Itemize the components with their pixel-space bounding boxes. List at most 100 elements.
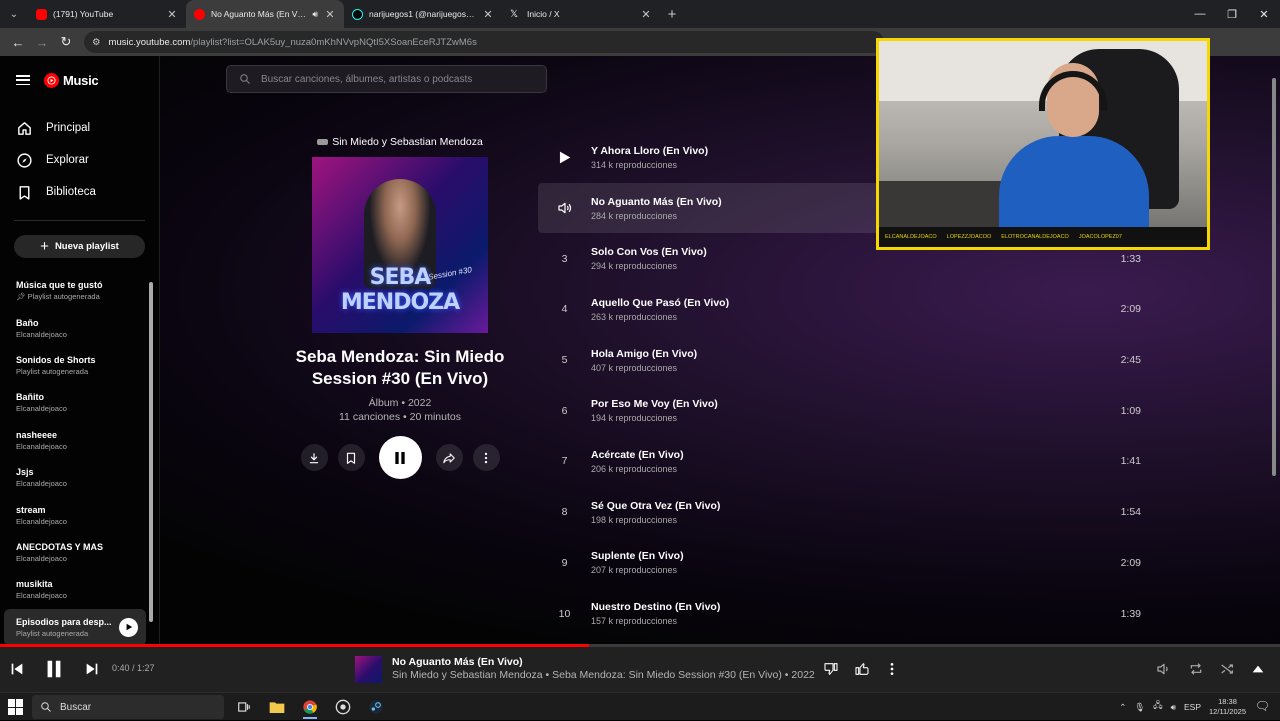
playlist-item-hovered[interactable]: Episodios para desp... Playlist autogener… <box>4 608 146 646</box>
network-icon[interactable]: 🖧︎ <box>1153 700 1162 714</box>
playlist-name: ANECDOTAS Y MAS <box>16 541 104 552</box>
track-row[interactable]: 10 Nuestro Destino (En Vivo) 157 k reprod… <box>538 588 1148 639</box>
playlist-item[interactable]: Música que te gustó 📌︎ Playlist autogener… <box>0 272 150 309</box>
tray-overflow-icon[interactable]: ⌃ <box>1119 702 1126 713</box>
tab-x[interactable]: 𝕏 Inicio / X ✕ <box>502 0 660 28</box>
expand-player-button[interactable] <box>1248 659 1268 679</box>
playlist-item[interactable]: Bañito Elcanaldejoaco <box>0 384 150 421</box>
ytmusic-logo[interactable]: Music <box>44 72 99 88</box>
tab-title: Inicio / X <box>527 9 560 19</box>
close-tab-icon[interactable]: ✕ <box>166 8 178 21</box>
ticker-handle: LOPEZZJOACOO <box>946 234 992 240</box>
more-options-button[interactable] <box>472 444 500 471</box>
playlist-item[interactable]: stream Elcanaldejoaco <box>0 496 150 533</box>
tab-search-button[interactable]: ⌄ <box>0 0 28 28</box>
forward-icon[interactable]: → <box>30 30 54 54</box>
audio-playing-icon[interactable]: 🔊︎ <box>312 9 318 20</box>
sidebar-scrollbar-thumb[interactable] <box>149 282 153 622</box>
minimize-icon[interactable]: — <box>1184 0 1216 28</box>
playlist-item[interactable]: nasheeee Elcanaldejoaco <box>0 422 150 459</box>
webcam-person-shirt <box>999 136 1149 236</box>
download-button[interactable] <box>300 444 328 471</box>
language-indicator[interactable]: ESP <box>1184 702 1201 712</box>
volume-button[interactable] <box>1154 659 1174 679</box>
close-tab-icon[interactable]: ✕ <box>324 8 336 21</box>
speaker-icon[interactable]: 🔊︎ <box>1171 702 1176 713</box>
playlist-play-button[interactable] <box>119 617 138 637</box>
playlist-item[interactable]: Jsjs Elcanaldejoaco <box>0 459 150 496</box>
site-info-icon[interactable]: ⚙ <box>92 37 101 48</box>
track-play-button[interactable] <box>538 151 591 164</box>
repeat-button[interactable] <box>1186 659 1206 679</box>
main-scrollbar[interactable] <box>1270 66 1278 642</box>
track-number: 3 <box>561 252 568 265</box>
track-title[interactable]: Aquello Que Pasó (En Vivo) <box>591 297 1101 309</box>
restore-icon[interactable]: ❐ <box>1216 0 1248 28</box>
track-row[interactable]: 7 Acércate (En Vivo) 206 k reproducciones… <box>538 436 1148 487</box>
album-artists[interactable]: Sin Miedo y Sebastian Mendoza <box>280 136 520 148</box>
track-title[interactable]: Suplente (En Vivo) <box>591 550 1101 562</box>
now-playing-thumbnail[interactable] <box>355 656 382 683</box>
nav-explorar[interactable]: Explorar <box>0 144 159 176</box>
close-tab-icon[interactable]: ✕ <box>640 8 652 21</box>
menu-icon[interactable] <box>16 75 30 85</box>
tab-youtube[interactable]: (1791) YouTube ✕ <box>28 0 186 28</box>
pause-button[interactable] <box>378 436 422 479</box>
back-icon[interactable]: ← <box>6 30 30 54</box>
nav-biblioteca[interactable]: Biblioteca <box>0 176 159 208</box>
taskbar-clock[interactable]: 18:38 12/11/2025 <box>1209 697 1246 717</box>
tab-ytmusic[interactable]: No Aguanto Más (En Vivo) 🔊︎ ✕ <box>186 0 344 28</box>
shuffle-button[interactable] <box>1217 659 1237 679</box>
track-number: 10 <box>558 607 571 620</box>
notifications-icon[interactable]: 🗨︎ <box>1255 699 1270 713</box>
new-playlist-button[interactable]: + Nueva playlist <box>14 235 145 258</box>
playlist-item[interactable]: Sonidos de Shorts Playlist autogenerada <box>0 347 150 384</box>
file-explorer-icon[interactable] <box>265 695 289 719</box>
steam-icon[interactable] <box>364 695 388 719</box>
album-song-count: 11 canciones • 20 minutos <box>339 411 461 423</box>
track-title[interactable]: Hola Amigo (En Vivo) <box>591 348 1101 360</box>
now-playing-title[interactable]: No Aguanto Más (En Vivo) <box>392 656 523 668</box>
tab-tiktok[interactable]: narijuegos1 (@narijuegos1) | Ti ✕ <box>344 0 502 28</box>
windows-start-icon[interactable] <box>8 699 24 715</box>
track-row[interactable]: 8 Sé Que Otra Vez (En Vivo) 198 k reprodu… <box>538 487 1148 538</box>
close-window-icon[interactable]: ✕ <box>1248 0 1280 28</box>
track-title[interactable]: Acércate (En Vivo) <box>591 449 1101 461</box>
streaming-app-icon[interactable] <box>331 695 355 719</box>
now-playing-subtitle[interactable]: Sin Miedo y Sebastian Mendoza • Seba Men… <box>392 669 815 681</box>
chrome-icon[interactable] <box>298 695 322 719</box>
save-to-library-button[interactable] <box>337 444 365 471</box>
main-scrollbar-thumb[interactable] <box>1272 78 1276 476</box>
dislike-button[interactable] <box>821 659 841 679</box>
microphone-icon[interactable]: 🎙︎ <box>1134 702 1145 713</box>
next-button[interactable] <box>82 659 102 679</box>
close-tab-icon[interactable]: ✕ <box>482 8 494 21</box>
track-row[interactable]: 6 Por Eso Me Voy (En Vivo) 194 k reproduc… <box>538 385 1148 436</box>
playlist-item[interactable]: ANECDOTAS Y MAS Elcanaldejoaco <box>0 534 150 571</box>
share-button[interactable] <box>435 444 463 471</box>
track-row[interactable]: 4 Aquello Que Pasó (En Vivo) 263 k reprod… <box>538 284 1148 335</box>
player-pause-button[interactable] <box>40 655 68 683</box>
sidebar-scrollbar[interactable] <box>148 272 154 642</box>
playlist-owner: Playlist autogenerada <box>16 366 89 376</box>
nav-principal[interactable]: Principal <box>0 112 159 144</box>
playlist-item[interactable]: Baño Elcanaldejoaco <box>0 309 150 346</box>
track-row[interactable]: 9 Suplente (En Vivo) 207 k reproducciones… <box>538 538 1148 589</box>
track-title[interactable]: Sé Que Otra Vez (En Vivo) <box>591 500 1101 512</box>
taskbar-search[interactable]: Buscar <box>32 695 224 719</box>
new-tab-button[interactable]: + <box>660 6 684 23</box>
now-playing-indicator[interactable] <box>538 200 591 216</box>
previous-button[interactable] <box>7 659 27 679</box>
search-box[interactable]: Buscar canciones, álbumes, artistas o po… <box>226 65 547 93</box>
playlist-owner: Elcanaldejoaco <box>16 479 67 489</box>
player-more-button[interactable] <box>882 659 902 679</box>
playlist-item[interactable]: musikita Elcanaldejoaco <box>0 571 150 608</box>
playlist-name: Bañito <box>16 392 44 403</box>
like-button[interactable] <box>852 659 872 679</box>
track-row[interactable]: 5 Hola Amigo (En Vivo) 407 k reproduccion… <box>538 335 1148 386</box>
track-title[interactable]: Nuestro Destino (En Vivo) <box>591 601 1101 613</box>
reload-icon[interactable]: ↻ <box>54 30 78 54</box>
task-view-icon[interactable] <box>232 695 256 719</box>
url-field[interactable]: ⚙ music.youtube.com/playlist?list=OLAK5u… <box>84 31 884 53</box>
track-title[interactable]: Por Eso Me Voy (En Vivo) <box>591 398 1101 410</box>
